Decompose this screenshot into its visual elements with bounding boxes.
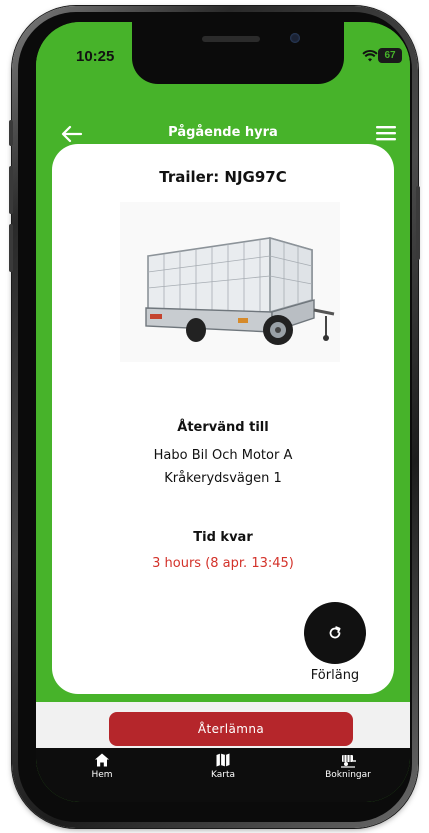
notch	[132, 22, 344, 84]
trailer-icon	[341, 755, 356, 768]
nav-item-map[interactable]: Karta	[183, 752, 263, 796]
nav-label-home: Hem	[91, 770, 113, 780]
return-address: Kråkerydsvägen 1	[164, 471, 282, 486]
status-time: 10:25	[76, 48, 115, 65]
bottom-nav: Hem Karta Bokningar	[36, 748, 410, 802]
rental-card: Trailer: NJG97C Återvänd till Habo Bil O…	[52, 144, 394, 694]
nav-item-bookings[interactable]: Bokningar	[308, 752, 388, 796]
extend-button[interactable]	[304, 602, 366, 664]
trailer-image	[120, 202, 340, 362]
map-icon	[216, 753, 230, 767]
nav-item-home[interactable]: Hem	[62, 752, 142, 796]
hamburger-menu-icon[interactable]	[376, 125, 396, 141]
battery-icon: 67	[378, 48, 402, 63]
page-title: Pågående hyra	[168, 125, 278, 140]
time-remaining: 3 hours (8 apr. 13:45)	[152, 556, 294, 571]
front-camera	[290, 33, 300, 43]
trailer-title: Trailer: NJG97C	[159, 168, 287, 186]
app-screen: 10:25 67 Pågående hyra Trailer: NJG97C Å…	[36, 22, 410, 802]
side-button-mute	[9, 120, 13, 146]
home-icon	[95, 753, 109, 767]
refresh-icon	[329, 626, 341, 639]
return-location: Habo Bil Och Motor A	[153, 448, 293, 463]
nav-label-bookings: Bokningar	[325, 770, 371, 780]
time-left-label: Tid kvar	[193, 530, 253, 545]
return-button[interactable]: Återlämna	[109, 712, 353, 746]
side-button-volume-up	[9, 166, 13, 214]
status-bar: 10:25 67	[36, 22, 410, 86]
side-button-volume-down	[9, 224, 13, 272]
extend-label: Förläng	[310, 668, 360, 683]
nav-label-map: Karta	[210, 770, 235, 780]
return-label: Återvänd till	[177, 420, 269, 435]
notch-speaker	[202, 36, 260, 42]
side-button-power	[416, 186, 420, 260]
wifi-icon	[362, 49, 378, 62]
